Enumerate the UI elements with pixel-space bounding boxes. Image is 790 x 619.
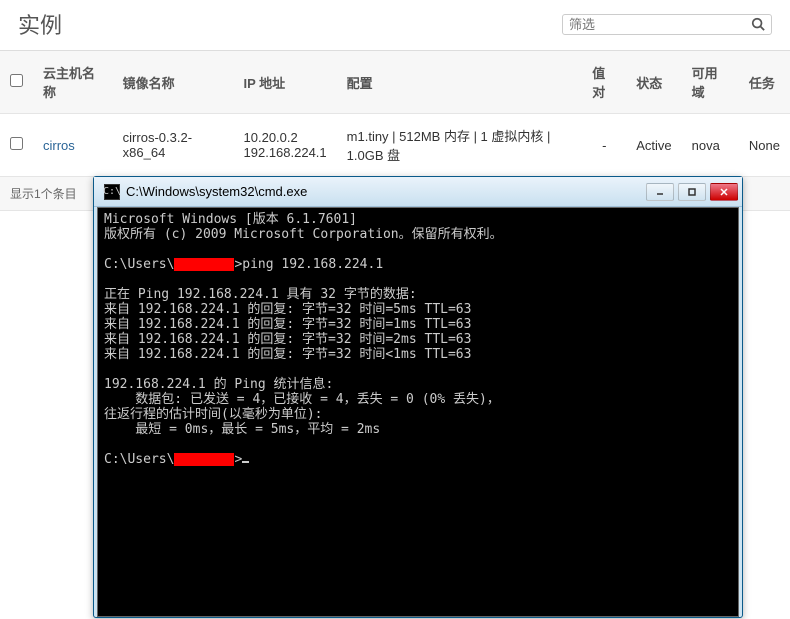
cell-status: Active [626,114,681,177]
window-buttons [646,183,738,201]
cmd-line: 最短 = 0ms，最长 = 5ms，平均 = 2ms [104,422,732,437]
select-all-checkbox[interactable] [10,74,23,87]
cmd-line [104,362,732,377]
cell-ip: 10.20.0.2192.168.224.1 [234,114,337,177]
cursor-icon [242,461,249,463]
col-task: 任务 [739,51,790,114]
cmd-line: 来自 192.168.224.1 的回复: 字节=32 时间=2ms TTL=6… [104,332,732,347]
col-host: 云主机名称 [33,51,113,114]
cmd-icon: C:\ [104,184,120,200]
page-title: 实例 [18,8,62,40]
cmd-title: C:\Windows\system32\cmd.exe [126,184,646,199]
cell-config: m1.tiny | 512MB 内存 | 1 虚拟内核 | 1.0GB 盘 [337,114,583,177]
col-ip: IP 地址 [234,51,337,114]
close-button[interactable] [710,183,738,201]
cmd-line: 数据包: 已发送 = 4，已接收 = 4，丢失 = 0 (0% 丢失)， [104,392,732,407]
cmd-line [104,272,732,287]
cmd-prompt-line: C:\Users\>ping 192.168.224.1 [104,257,732,272]
table-header-row: 云主机名称 镜像名称 IP 地址 配置 值对 状态 可用域 任务 [0,51,790,114]
maximize-button[interactable] [678,183,706,201]
cmd-prompt-line: C:\Users\> [104,452,732,467]
col-status: 状态 [626,51,681,114]
maximize-icon [687,187,697,197]
page-header: 实例 [0,0,790,51]
filter-input[interactable] [569,17,751,32]
row-checkbox[interactable] [10,137,23,150]
close-icon [719,187,729,197]
cell-task: None [739,114,790,177]
col-image: 镜像名称 [113,51,234,114]
col-pair: 值对 [582,51,626,114]
instance-link[interactable]: cirros [43,138,75,153]
col-config: 配置 [337,51,583,114]
cmd-titlebar[interactable]: C:\ C:\Windows\system32\cmd.exe [94,177,742,207]
filter-box[interactable] [562,14,772,35]
cell-pair: - [582,114,626,177]
redacted-username [174,453,234,466]
cmd-window[interactable]: C:\ C:\Windows\system32\cmd.exe Microsof… [93,176,743,618]
cmd-line: 来自 192.168.224.1 的回复: 字节=32 时间=1ms TTL=6… [104,317,732,332]
cmd-body[interactable]: Microsoft Windows [版本 6.1.7601]版权所有 (c) … [97,207,739,617]
cmd-line: 往返行程的估计时间(以毫秒为单位): [104,407,732,422]
cell-zone: nova [682,114,739,177]
cmd-line: 来自 192.168.224.1 的回复: 字节=32 时间<1ms TTL=6… [104,347,732,362]
cmd-line: 来自 192.168.224.1 的回复: 字节=32 时间=5ms TTL=6… [104,302,732,317]
redacted-username [174,258,234,271]
minimize-icon [655,187,665,197]
cell-image: cirros-0.3.2-x86_64 [113,114,234,177]
cmd-line: 版权所有 (c) 2009 Microsoft Corporation。保留所有… [104,227,732,242]
cmd-line: 192.168.224.1 的 Ping 统计信息: [104,377,732,392]
cmd-line [104,437,732,452]
minimize-button[interactable] [646,183,674,201]
search-icon [751,17,765,31]
table-row: cirros cirros-0.3.2-x86_64 10.20.0.2192.… [0,114,790,177]
cmd-line [104,242,732,257]
cmd-line: Microsoft Windows [版本 6.1.7601] [104,212,732,227]
col-zone: 可用域 [682,51,739,114]
cmd-line: 正在 Ping 192.168.224.1 具有 32 字节的数据: [104,287,732,302]
